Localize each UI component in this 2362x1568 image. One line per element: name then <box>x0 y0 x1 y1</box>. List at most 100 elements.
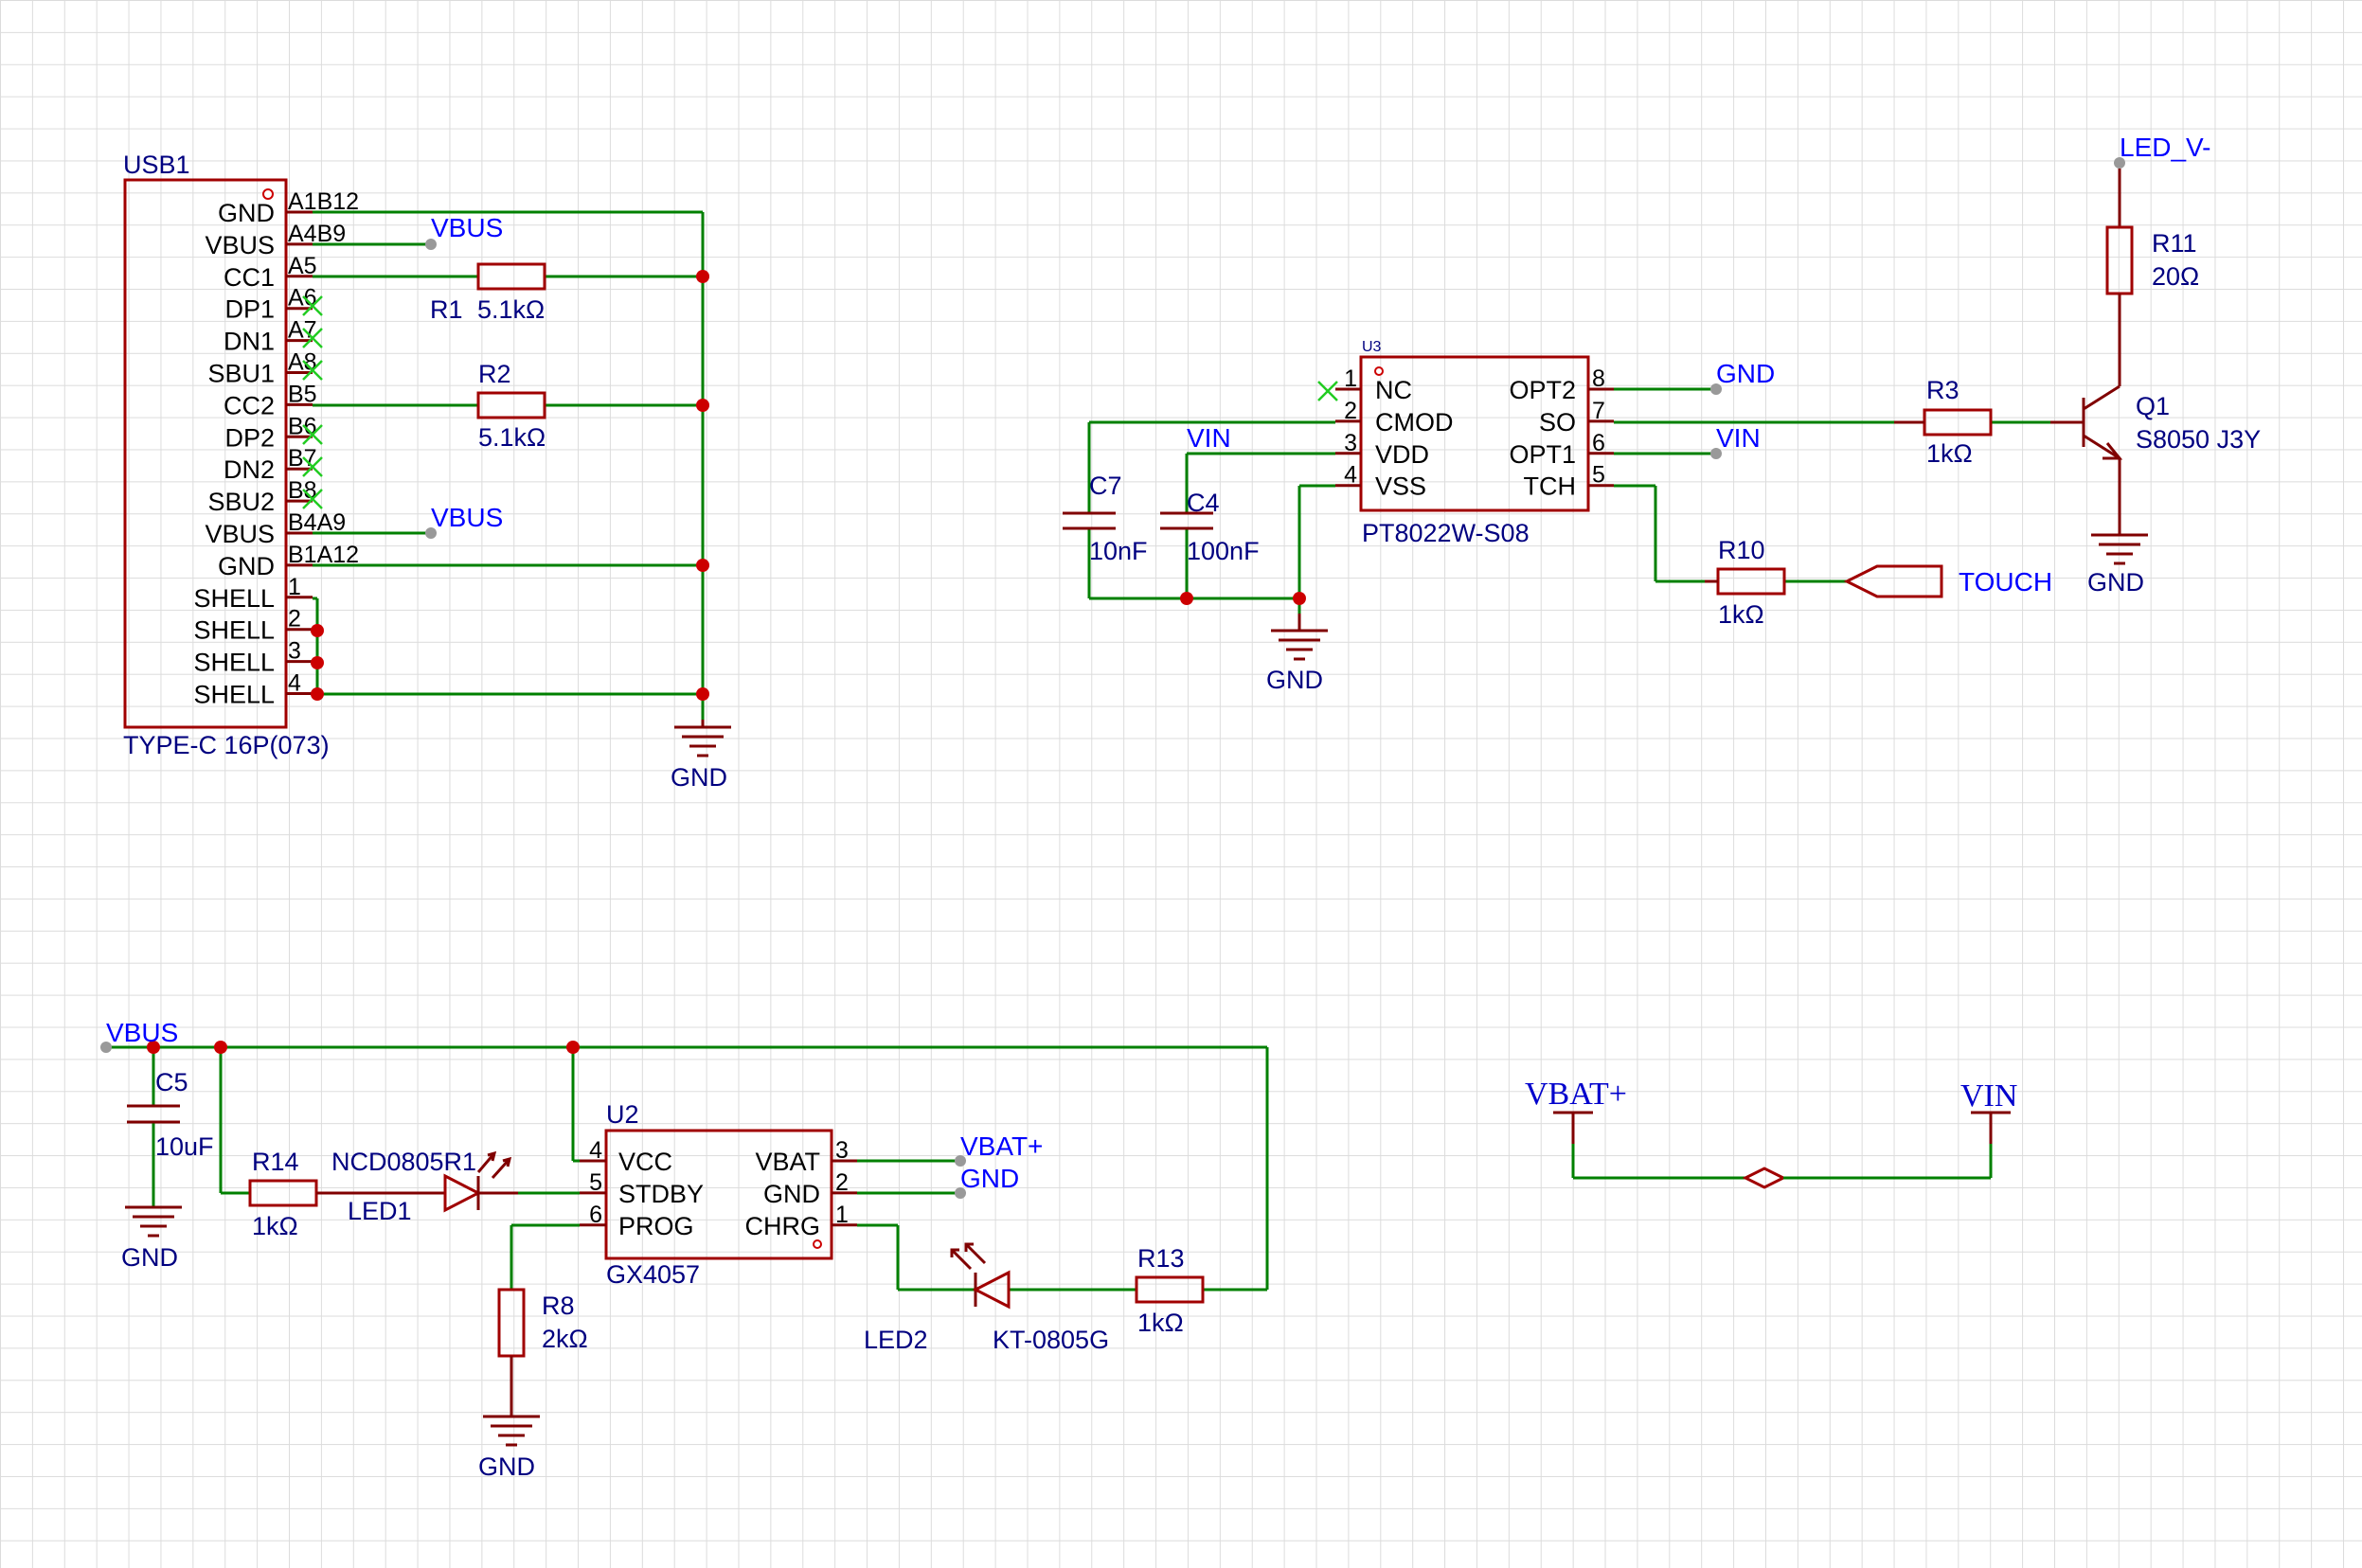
usb1-value: TYPE-C 16P(073) <box>123 731 330 759</box>
u2-pin-name: CHRG <box>745 1212 821 1240</box>
c4-ref: C4 <box>1187 489 1220 517</box>
c4-value: 100nF <box>1187 537 1260 565</box>
usb1-pin-name: CC2 <box>224 391 275 419</box>
r13-resistor[interactable]: R13 1kΩ <box>1135 1244 1205 1337</box>
usb1-pin-number: 1 <box>288 574 301 600</box>
u2-ic[interactable]: U2 GX4057 4 VCC 5 STDBY 6 PROG 3 VBAT 2 GND 1 CHRG <box>580 1100 857 1289</box>
u2-gnd-net: GND <box>960 1164 1019 1193</box>
u2-pin-name: VBAT <box>755 1148 820 1176</box>
c5-gnd-symbol: GND <box>121 1205 182 1272</box>
u3-pin-name: TCH <box>1524 472 1577 501</box>
usb1-pin-name: DP2 <box>224 423 275 452</box>
u3-vin-net-left: VIN <box>1187 423 1231 453</box>
r3-resistor[interactable]: R3 1kΩ <box>1894 376 1993 468</box>
u2-pin-name: STDBY <box>618 1180 704 1208</box>
q1-transistor[interactable]: Q1 S8050 J3Y <box>2050 360 2261 535</box>
r10-value: 1kΩ <box>1718 600 1764 629</box>
r2-body[interactable] <box>476 391 546 419</box>
r10-resistor[interactable]: R10 1kΩ <box>1705 536 1786 629</box>
usb1-pin-number: B5 <box>288 381 317 407</box>
u3-pin-name: OPT1 <box>1509 440 1576 469</box>
r8-gnd-symbol: GND <box>478 1415 540 1481</box>
u3-ic[interactable]: U3 PT8022W-S08 1 NC 2 CMOD 3 VDD 4 VSS 8 OPT2 7 SO 6… <box>1335 339 1614 547</box>
u3-pin-number: 6 <box>1592 430 1605 456</box>
r8-body[interactable] <box>497 1288 526 1358</box>
usb1-pin-name: SBU2 <box>207 488 275 516</box>
r8-gnd-label: GND <box>478 1452 535 1481</box>
usb1-pin-name: SHELL <box>193 649 275 677</box>
r1-body[interactable] <box>476 262 546 291</box>
usb1-connector[interactable]: USB1 TYPE-C 16P(073) GND A1B12VBUS A4B9CC1… <box>123 151 359 759</box>
r10-ref: R10 <box>1718 536 1765 564</box>
touch-port[interactable]: TOUCH <box>1843 564 2052 598</box>
q1-gnd-label: GND <box>2087 568 2144 597</box>
u3-ref: U3 <box>1362 339 1382 355</box>
usb1-pin-number: 4 <box>288 670 301 697</box>
led2-ref: LED2 <box>864 1326 928 1354</box>
u2-pin-number: 4 <box>589 1137 602 1164</box>
power-tie[interactable]: VBAT+ VIN <box>1525 1077 2017 1189</box>
usb1-pin-number: 2 <box>288 606 301 633</box>
r2-value: 5.1kΩ <box>478 423 546 452</box>
touch-label: TOUCH <box>1959 567 2052 597</box>
led2-diode[interactable]: LED2 KT-0805G <box>864 1242 1109 1354</box>
q1-ref: Q1 <box>2136 392 2170 420</box>
led1-diode[interactable]: LED1 NCD0805R1 <box>331 1148 518 1225</box>
r14-value: 1kΩ <box>252 1212 298 1240</box>
u3-pin-name: OPT2 <box>1509 376 1576 404</box>
u3-pin-name: CMOD <box>1375 408 1454 437</box>
u2-pin-number: 2 <box>835 1169 849 1196</box>
r8-ref: R8 <box>542 1292 575 1320</box>
usb1-ref: USB1 <box>123 151 190 179</box>
r11-resistor[interactable]: R11 20Ω <box>2105 169 2199 360</box>
usb1-pin-name: SHELL <box>193 584 275 613</box>
usb1-pin-name: SHELL <box>193 681 275 709</box>
c5-gnd-label: GND <box>121 1243 178 1272</box>
c7-capacitor[interactable]: C7 10nF <box>1063 472 1148 565</box>
schematic-canvas: USB1 TYPE-C 16P(073) GND A1B12VBUS A4B9CC1… <box>100 133 2261 1481</box>
usb-vbus-net-bottom: VBUS <box>431 503 503 532</box>
u3-pin-number: 2 <box>1344 398 1357 424</box>
u3-pin-number: 3 <box>1344 430 1357 456</box>
usb1-pin-name: SHELL <box>193 616 275 645</box>
usb1-pin-name: GND <box>218 199 275 227</box>
c5-ref: C5 <box>155 1068 188 1096</box>
r13-body[interactable] <box>1135 1275 1205 1304</box>
u3-pin-name: NC <box>1375 376 1412 404</box>
r1-ref: R1 <box>430 295 463 324</box>
c5-capacitor[interactable]: C5 10uF <box>127 1068 214 1161</box>
r10-body[interactable] <box>1716 567 1786 596</box>
r3-body[interactable] <box>1923 408 1993 437</box>
c7-ref: C7 <box>1089 472 1122 500</box>
r8-value: 2kΩ <box>542 1325 588 1353</box>
r1-value: 5.1kΩ <box>477 295 545 324</box>
u3-gnd-label: GND <box>1266 666 1323 694</box>
c7-value: 10nF <box>1089 537 1148 565</box>
usb1-pin-name: DN2 <box>224 455 275 484</box>
r11-body[interactable] <box>2105 225 2134 295</box>
r11-value: 20Ω <box>2152 262 2199 291</box>
r1-resistor[interactable]: R1 5.1kΩ <box>430 262 546 324</box>
u3-gnd-symbol: GND <box>1266 614 1328 694</box>
led-v-net: LED_V- <box>2120 133 2211 162</box>
r14-body[interactable] <box>248 1179 318 1207</box>
u3-pin-number: 1 <box>1344 365 1357 392</box>
r8-resistor[interactable]: R8 2kΩ <box>497 1288 588 1417</box>
u2-pin-number: 3 <box>835 1137 849 1164</box>
u2-value: GX4057 <box>606 1260 700 1289</box>
r2-resistor[interactable]: R2 5.1kΩ <box>476 360 546 452</box>
u2-pin-name: VCC <box>618 1148 672 1176</box>
usb1-pin-name: DP1 <box>224 295 275 324</box>
usb1-pin-name: VBUS <box>205 231 275 259</box>
net-tie-symbol <box>1742 1167 1787 1189</box>
r14-ref: R14 <box>252 1148 299 1176</box>
c4-capacitor[interactable]: C4 100nF <box>1160 489 1260 565</box>
u2-ref: U2 <box>606 1100 639 1129</box>
usb-vbus-net-top: VBUS <box>431 213 503 242</box>
c5-value: 10uF <box>155 1132 214 1161</box>
r11-ref: R11 <box>2152 229 2197 258</box>
usb1-pin-name: CC1 <box>224 263 275 292</box>
led1-value: NCD0805R1 <box>331 1148 476 1176</box>
usb1-body[interactable] <box>123 178 288 729</box>
vin-power-label: VIN <box>1960 1078 2017 1114</box>
